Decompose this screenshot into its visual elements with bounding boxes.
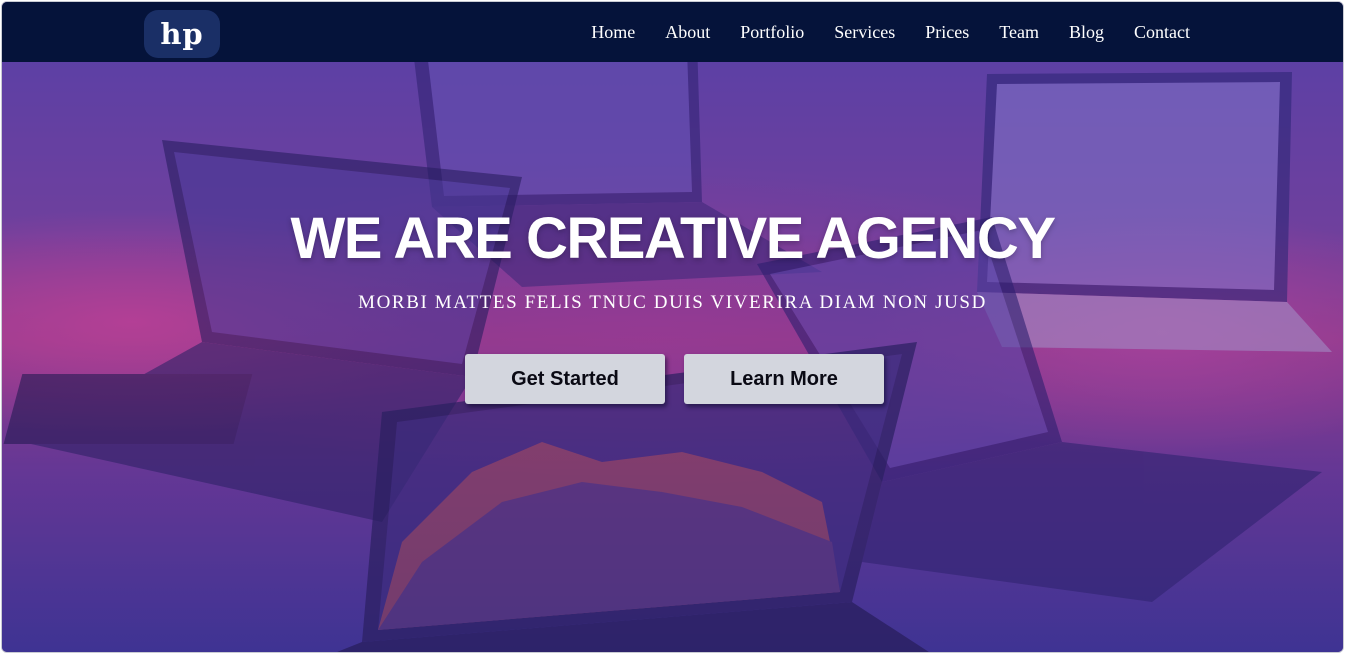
- hero-headline: WE ARE CREATIVE AGENCY: [290, 206, 1056, 271]
- nav-item-blog[interactable]: Blog: [1054, 2, 1119, 62]
- site-logo[interactable]: hp: [144, 10, 220, 58]
- page-frame: hp Home About Portfolio Services Prices …: [1, 1, 1344, 653]
- nav-item-portfolio[interactable]: Portfolio: [725, 2, 819, 62]
- nav-item-services[interactable]: Services: [819, 2, 910, 62]
- main-nav: Home About Portfolio Services Prices Tea…: [576, 2, 1205, 62]
- nav-item-contact[interactable]: Contact: [1119, 2, 1205, 62]
- hero-tagline: MORBI MATTES FELIS TNUC DUIS VIVERIRA DI…: [358, 292, 987, 313]
- hero-overlay: [2, 2, 1343, 652]
- top-navbar: hp Home About Portfolio Services Prices …: [2, 2, 1343, 62]
- nav-item-home[interactable]: Home: [576, 2, 650, 62]
- nav-item-prices[interactable]: Prices: [910, 2, 984, 62]
- nav-item-team[interactable]: Team: [984, 2, 1054, 62]
- nav-item-about[interactable]: About: [650, 2, 725, 62]
- get-started-button[interactable]: Get Started: [465, 354, 665, 404]
- learn-more-button[interactable]: Learn More: [684, 354, 884, 404]
